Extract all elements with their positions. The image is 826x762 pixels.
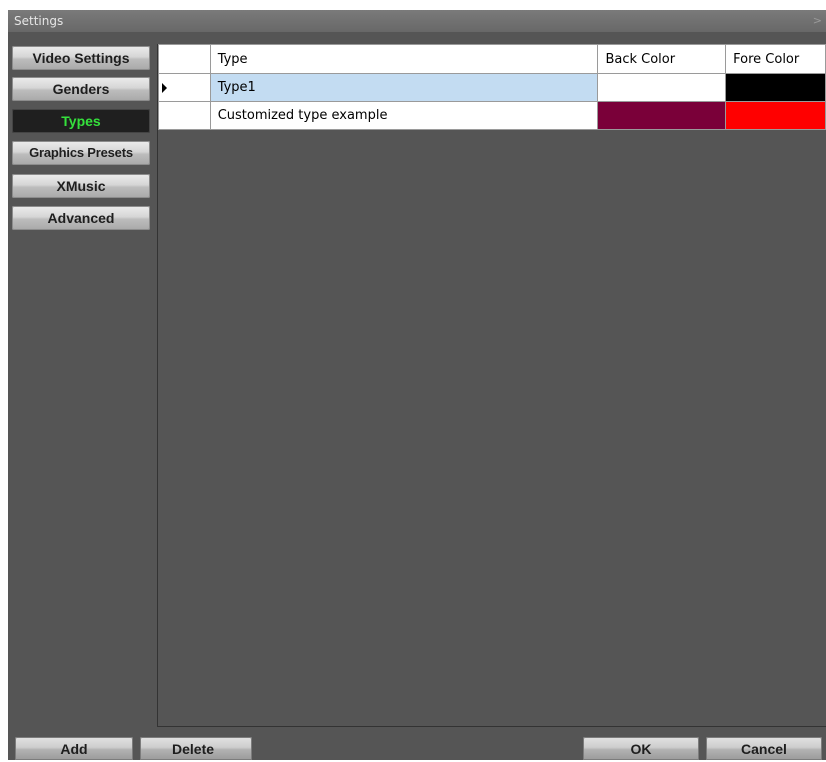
back-color-cell[interactable]	[597, 73, 727, 102]
table-row[interactable]: Customized type example	[158, 101, 826, 130]
ok-button[interactable]: OK	[583, 737, 699, 760]
column-header-type[interactable]: Type	[209, 44, 599, 74]
sidebar-item-xmusic[interactable]: XMusic	[12, 174, 150, 198]
add-button[interactable]: Add	[15, 737, 133, 760]
row-header[interactable]	[158, 101, 211, 130]
back-color-cell[interactable]	[597, 101, 727, 130]
type-cell[interactable]: Customized type example	[209, 101, 599, 130]
table-header-row: Type Back Color Fore Color	[158, 44, 826, 74]
delete-button[interactable]: Delete	[140, 737, 252, 760]
column-header-fore-color[interactable]: Fore Color	[725, 44, 826, 74]
sidebar-item-types[interactable]: Types	[12, 109, 150, 133]
settings-window: Settings > Video Settings Genders Types …	[8, 10, 826, 760]
title-bar: Settings >	[8, 10, 826, 32]
type-cell[interactable]: Type1	[209, 73, 599, 102]
cancel-button[interactable]: Cancel	[706, 737, 822, 760]
row-pointer-icon	[162, 83, 167, 93]
fore-color-cell[interactable]	[725, 73, 826, 102]
types-grid: Type Back Color Fore Color Type1 Customi…	[157, 44, 826, 727]
window-title: Settings	[14, 14, 64, 28]
sidebar-item-graphics-presets[interactable]: Graphics Presets	[12, 141, 150, 165]
fore-color-cell[interactable]	[725, 101, 826, 130]
table-row[interactable]: Type1	[158, 73, 826, 102]
column-header-back-color[interactable]: Back Color	[597, 44, 727, 74]
row-header-corner	[158, 44, 211, 74]
close-icon[interactable]: >	[813, 10, 822, 32]
types-table: Type Back Color Fore Color Type1 Customi…	[158, 44, 826, 130]
sidebar-item-genders[interactable]: Genders	[12, 77, 150, 101]
sidebar-item-video-settings[interactable]: Video Settings	[12, 46, 150, 70]
sidebar-item-advanced[interactable]: Advanced	[12, 206, 150, 230]
row-header[interactable]	[158, 73, 211, 102]
